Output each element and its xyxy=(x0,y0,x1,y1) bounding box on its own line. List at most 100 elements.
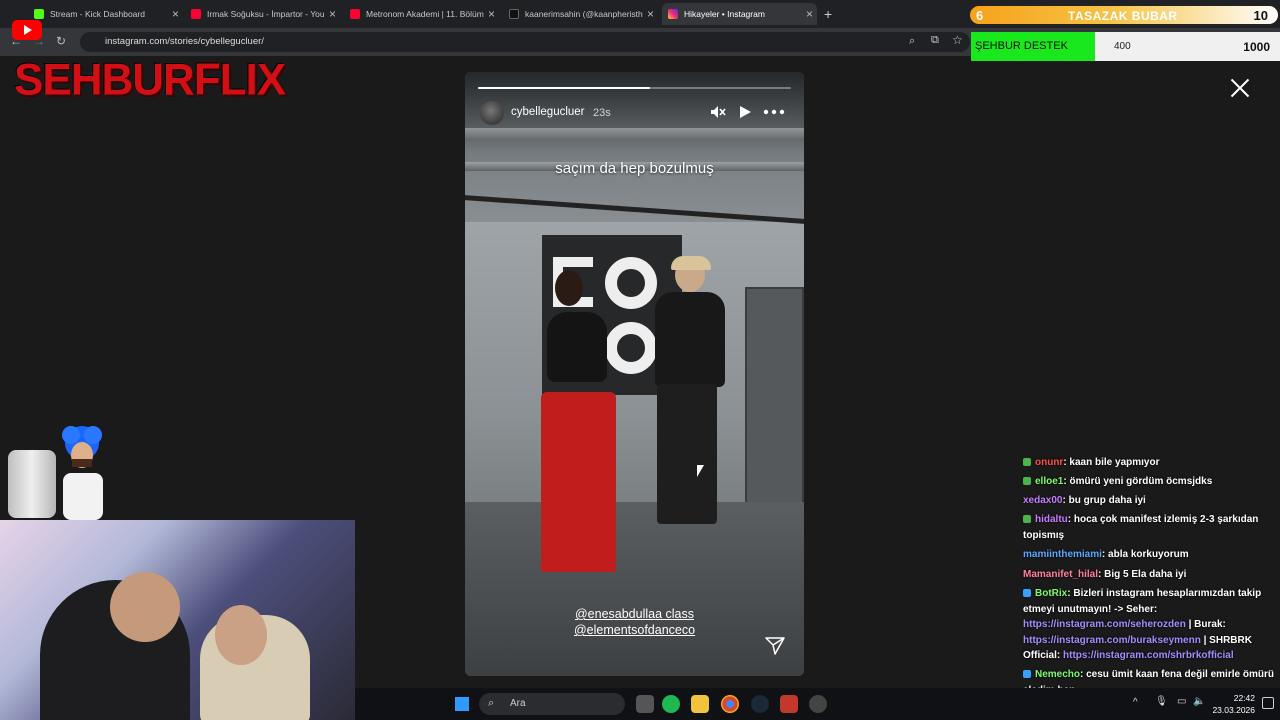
network-icon[interactable]: ▭ xyxy=(1177,696,1186,707)
tab-label: kaanerimsahin (@kaanpheristh xyxy=(525,9,643,19)
story-user-avatar[interactable] xyxy=(480,101,504,125)
chat-text: : bu grup daha iyi xyxy=(1062,495,1146,506)
dancer-one-head xyxy=(555,270,583,306)
chat-message: mamiinthemiami: abla korkuyorum xyxy=(1023,547,1278,563)
taskbar-clock[interactable]: 22:42 23.03.2026 xyxy=(1212,692,1255,716)
app-icon[interactable] xyxy=(780,695,798,713)
chat-message: xedax00: bu grup daha iyi xyxy=(1023,493,1278,509)
tab-label: Stream - Kick Dashboard xyxy=(50,9,145,19)
goal-title: TASAZAK BUBAR xyxy=(1068,9,1178,23)
file-explorer-icon[interactable] xyxy=(691,695,709,713)
tab-kick-dashboard[interactable]: Stream - Kick Dashboard × xyxy=(28,3,183,25)
story-image-floor xyxy=(465,502,804,676)
chat-user[interactable]: BotRix xyxy=(1035,588,1067,599)
microphone-icon[interactable]: 🎙 xyxy=(1155,696,1168,707)
close-tab-icon[interactable]: × xyxy=(647,7,654,21)
close-tab-icon[interactable]: × xyxy=(329,7,336,21)
send-message-icon[interactable] xyxy=(765,637,785,655)
bookmark-star-icon[interactable]: ☆ xyxy=(952,33,963,47)
task-view-icon[interactable] xyxy=(636,695,654,713)
chat-text: : abla korkuyorum xyxy=(1101,549,1189,560)
zoom-icon[interactable]: ⌕ xyxy=(909,35,915,48)
story-caption: saçım da hep bozulmuş xyxy=(555,160,714,177)
instagram-icon xyxy=(668,9,678,19)
chat-message-botrix: BotRix: Bizleri instagram hesaplarımızda… xyxy=(1023,586,1278,664)
new-tab-icon[interactable]: + xyxy=(824,6,832,22)
tab-label: Hikayeler • Instagram xyxy=(684,9,765,19)
story-mention[interactable]: @enesabdullaa class xyxy=(465,607,804,621)
install-app-icon[interactable]: ⧉ xyxy=(931,34,939,47)
chat-message: Mamanifet_hilal: Big 5 Ela daha iyi xyxy=(1023,567,1278,583)
chat-badge-icon xyxy=(1023,670,1031,679)
url-field[interactable]: instagram.com/stories/cybellegucluer/ xyxy=(80,32,970,52)
windows-taskbar: Ara ⌕ ^ 🎙 ▭ 🔈 22:42 23.03.2026 xyxy=(355,688,1280,720)
tab-youtube-metronom[interactable]: Metronom Akademi | 11. Bölüm × xyxy=(344,3,499,25)
close-story-button[interactable] xyxy=(1228,76,1252,100)
speaker-muted-icon[interactable] xyxy=(710,105,726,119)
sehburflix-logo: SEHBURFLIX xyxy=(14,54,286,105)
reload-icon[interactable]: ↻ xyxy=(56,34,66,48)
stream-chat: onunr: kaan bile yapmıyor elloe1: ömürü … xyxy=(1018,455,1280,696)
webcam-person-two-face xyxy=(215,605,267,665)
close-tab-icon[interactable]: × xyxy=(806,7,813,21)
chat-user[interactable]: Nemecho xyxy=(1035,669,1080,680)
webcam-person-one-face xyxy=(110,572,180,642)
chat-user[interactable]: hidaltu xyxy=(1035,514,1068,525)
story-image-sign-letter xyxy=(605,257,657,309)
chat-user[interactable]: mamiinthemiami xyxy=(1023,549,1102,560)
story-username[interactable]: cybellegucluer xyxy=(511,106,585,118)
chat-badge-icon xyxy=(1023,458,1031,467)
chat-message: elloe1: ömürü yeni gördüm öcmsjdks xyxy=(1023,474,1278,490)
notification-icon[interactable] xyxy=(1262,697,1274,709)
youtube-icon xyxy=(191,9,201,19)
close-tab-icon[interactable]: × xyxy=(488,7,495,21)
youtube-logo-icon xyxy=(12,20,42,40)
story-progress-track xyxy=(478,87,791,89)
dancer-one-pants xyxy=(541,392,616,572)
steam-icon[interactable] xyxy=(751,695,769,713)
chrome-icon[interactable] xyxy=(721,695,739,713)
support-max-value: 1000 xyxy=(1243,40,1270,54)
bot-badge-icon xyxy=(1023,589,1031,598)
chat-text: : ömürü yeni gördüm öcmsjdks xyxy=(1063,476,1213,487)
tab-tiktok[interactable]: kaanerimsahin (@kaanpheristh × xyxy=(503,3,658,25)
story-mention[interactable]: @elementsofdanceco xyxy=(465,623,804,637)
chat-user[interactable]: Mamanifet_hilal xyxy=(1023,569,1098,580)
goal-target: 10 xyxy=(1253,8,1268,23)
support-progress-bar: ŞEHBUR DESTEK 400 1000 xyxy=(971,32,1280,61)
dancer-two-top xyxy=(655,292,725,387)
tray-chevron-icon[interactable]: ^ xyxy=(1133,697,1138,708)
more-options-icon[interactable] xyxy=(763,105,785,119)
support-label: ŞEHBUR DESTEK xyxy=(975,40,1068,52)
chat-link[interactable]: https://instagram.com/seherozden xyxy=(1023,619,1186,630)
chat-link[interactable]: https://instagram.com/burakseymenn xyxy=(1023,635,1201,646)
tab-youtube-impartor[interactable]: Irmak Soğuksu - İmpartor - You × xyxy=(185,3,340,25)
windows-start-icon[interactable] xyxy=(455,697,469,711)
tab-instagram-stories[interactable]: Hikayeler • Instagram × xyxy=(662,3,817,25)
chat-user[interactable]: xedax00 xyxy=(1023,495,1062,506)
story-image-door xyxy=(745,287,804,537)
volume-icon[interactable]: 🔈 xyxy=(1193,696,1205,707)
chat-user[interactable]: onunr xyxy=(1035,457,1063,468)
tab-label: Metronom Akademi | 11. Bölüm xyxy=(366,9,484,19)
play-icon[interactable] xyxy=(738,105,752,119)
dancer-two-cap xyxy=(671,256,711,270)
clock-date: 23.03.2026 xyxy=(1212,705,1255,715)
support-current-value: 400 xyxy=(1114,41,1131,52)
chat-text: | Burak: xyxy=(1185,619,1226,630)
goal-current: 6 xyxy=(976,8,984,23)
spotify-icon[interactable] xyxy=(662,695,680,713)
app-icon[interactable] xyxy=(809,695,827,713)
tab-label: Irmak Soğuksu - İmpartor - You xyxy=(207,9,325,19)
close-tab-icon[interactable]: × xyxy=(172,7,179,21)
dancer-one-top xyxy=(547,312,607,382)
story-image-sign-letter xyxy=(605,322,657,374)
jar-graphic xyxy=(8,450,56,518)
taskbar-search[interactable]: Ara xyxy=(479,693,625,715)
kick-icon xyxy=(34,9,44,19)
chat-badge-icon xyxy=(1023,515,1031,524)
story-card[interactable]: cybellegucluer 23s saçım da hep bozulmuş… xyxy=(465,72,804,676)
chat-badge-icon xyxy=(1023,477,1031,486)
chat-link[interactable]: https://instagram.com/shrbrkofficial xyxy=(1063,650,1234,661)
chat-user[interactable]: elloe1 xyxy=(1035,476,1063,487)
